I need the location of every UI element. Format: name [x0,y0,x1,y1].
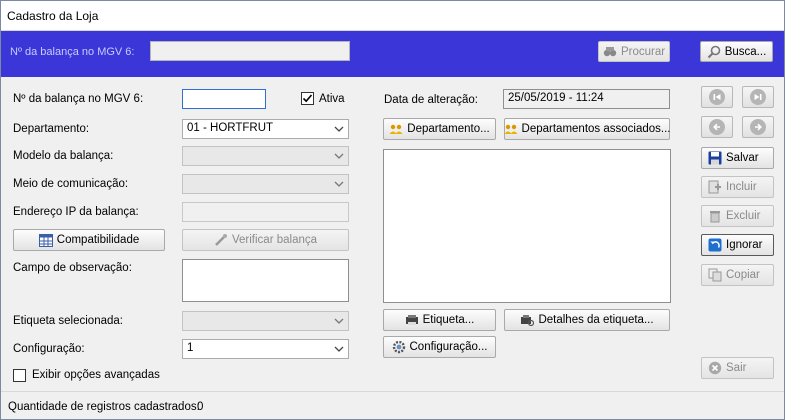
ignorar-button[interactable]: Ignorar [701,234,774,256]
departamento-button[interactable]: Departamento... [383,118,496,140]
wand-icon [214,233,228,247]
excluir-button[interactable]: Excluir [701,205,774,227]
first-record-button[interactable] [701,86,733,108]
meio-select[interactable] [182,174,349,194]
verificar-balanca-label: Verificar balança [231,234,318,246]
main-window: Cadastro da Loja Nº da balança no MGV 6:… [0,0,785,420]
exibir-avancadas-label: Exibir opções avançadas [32,369,160,381]
balanca-label: Nº da balança no MGV 6: [13,93,144,105]
search-balanca-input[interactable] [150,41,350,61]
people-icon [504,122,518,136]
etiqueta-select[interactable] [182,311,349,331]
compatibilidade-label: Compatibilidade [56,234,140,246]
floppy-disk-icon [708,151,722,165]
configuracao-select[interactable]: 1 [182,339,349,359]
gear-icon [392,340,406,354]
add-document-icon [708,180,722,194]
chevron-down-icon [334,181,344,187]
detalhes-etiqueta-button[interactable]: Detalhes da etiqueta... [504,309,670,331]
copiar-button[interactable]: Copiar [701,264,774,286]
ip-input[interactable] [182,202,349,222]
modelo-label: Modelo da balança: [13,150,114,162]
copiar-label: Copiar [726,269,760,281]
chevron-down-icon [334,153,344,159]
binoculars-icon [603,45,617,59]
busca-button[interactable]: Busca... [700,41,773,62]
observacao-label: Campo de observação: [13,262,132,274]
sair-label: Sair [726,362,747,374]
next-record-button[interactable] [742,116,774,138]
salvar-label: Salvar [726,152,759,164]
label-printer-icon [405,313,419,327]
procurar-button[interactable]: Procurar [598,41,670,62]
magnifier-icon [707,45,721,59]
window-title: Cadastro da Loja [7,9,99,23]
detalhes-etiqueta-label: Detalhes da etiqueta... [538,314,654,326]
procurar-label: Procurar [620,45,666,58]
departamento-value: 01 - HORTFRUT [187,122,274,134]
departamentos-list[interactable] [383,149,671,303]
search-bar: Nº da balança no MGV 6: Procurar Busca..… [1,31,784,77]
etiqueta-button[interactable]: Etiqueta... [383,309,496,331]
status-bar: Quantidade de registros cadastrados: 0 [1,391,784,419]
departamento-select[interactable]: 01 - HORTFRUT [182,119,349,139]
chevron-down-icon [334,318,344,324]
arrow-right-icon [755,123,762,131]
record-count-value: 0 [197,401,204,413]
trash-icon [708,209,722,223]
departamento-label: Departamento: [13,123,90,135]
configuracao-label: Configuração: [13,343,85,355]
sair-button[interactable]: Sair [701,357,774,379]
ativa-checkbox[interactable] [301,92,314,105]
incluir-label: Incluir [726,181,757,193]
previous-record-button[interactable] [701,116,733,138]
chevron-down-icon [334,126,344,132]
ip-label: Endereço IP da balança: [13,206,139,218]
undo-icon [708,238,722,252]
configuracao-button[interactable]: Configuração... [383,336,496,358]
incluir-button[interactable]: Incluir [701,176,774,198]
last-record-icon [754,94,762,100]
meio-label: Meio de comunicação: [13,178,129,190]
departamentos-associados-label: Departamentos associados... [521,123,671,135]
modelo-select[interactable] [182,146,349,166]
verificar-balanca-button[interactable]: Verificar balança [182,229,349,251]
close-circle-icon [708,361,722,375]
ignorar-label: Ignorar [726,239,763,251]
exibir-avancadas-checkbox[interactable] [13,369,26,382]
configuracao-value: 1 [187,342,194,354]
configuracao-btn-label: Configuração... [409,341,488,353]
data-alteracao-value: 25/05/2019 - 11:24 [503,89,670,109]
compatibilidade-button[interactable]: Compatibilidade [13,229,165,251]
salvar-button[interactable]: Salvar [701,147,774,169]
last-record-button[interactable] [742,86,774,108]
departamento-btn-label: Departamento... [407,123,490,135]
chevron-down-icon [334,346,344,352]
data-alteracao-label: Data de alteração: [384,94,478,106]
etiqueta-label: Etiqueta selecionada: [13,315,123,327]
arrow-left-icon [713,123,720,131]
grid-icon [38,233,53,247]
checkmark-icon [302,94,313,103]
busca-label: Busca... [724,45,767,58]
ativa-label: Ativa [319,93,345,105]
excluir-label: Excluir [726,210,761,222]
title-bar: Cadastro da Loja [1,1,784,31]
balanca-input[interactable] [182,89,266,109]
record-count-label: Quantidade de registros cadastrados: [8,401,200,413]
people-icon [389,122,403,136]
label-details-icon [520,313,535,327]
observacao-textarea[interactable] [182,259,349,302]
etiqueta-btn-label: Etiqueta... [422,314,475,326]
first-record-icon [713,94,721,100]
departamentos-associados-button[interactable]: Departamentos associados... [504,118,670,140]
copy-icon [708,268,722,282]
search-balanca-label: Nº da balança no MGV 6: [10,46,135,58]
